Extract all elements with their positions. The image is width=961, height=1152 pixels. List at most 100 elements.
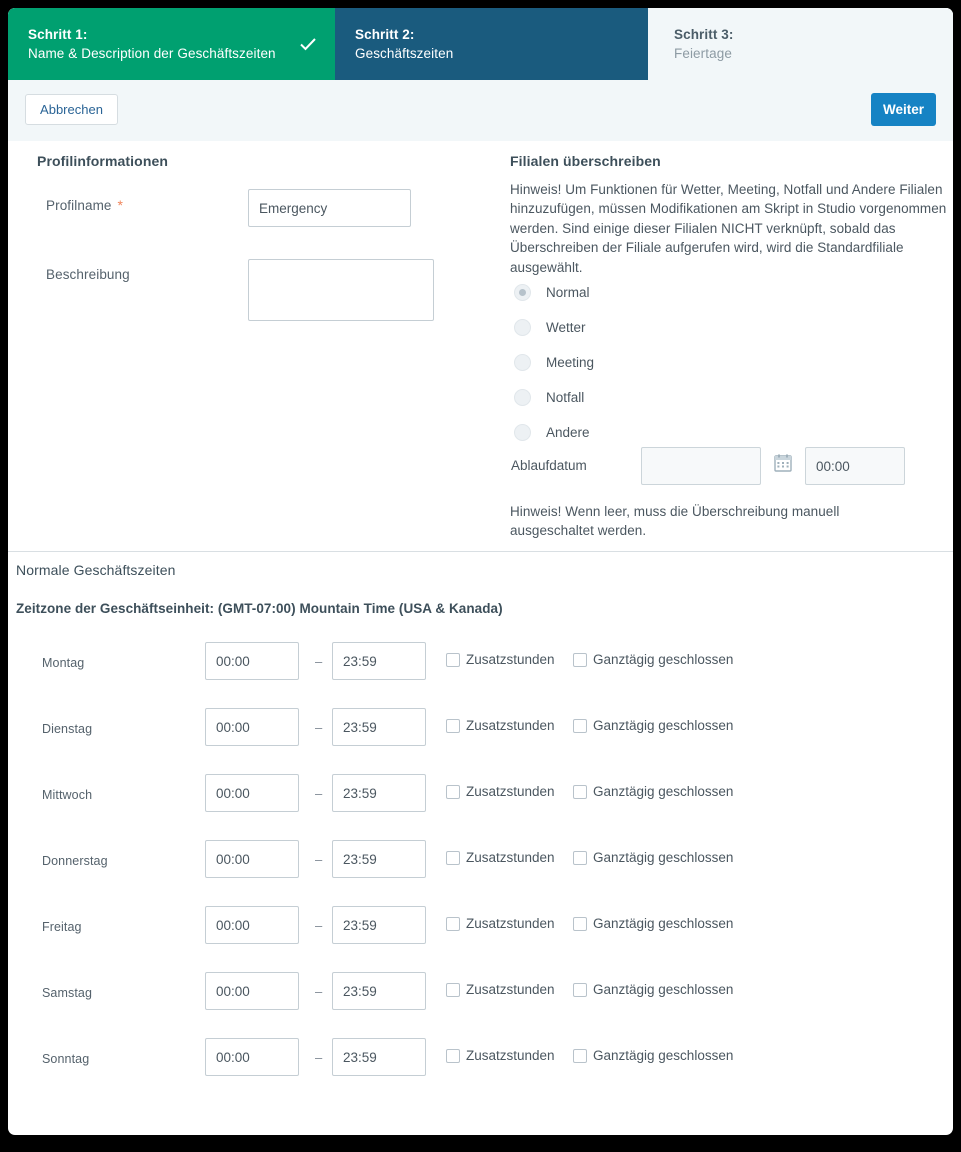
day-to-input[interactable] xyxy=(332,840,426,878)
extra-hours-checkbox[interactable]: Zusatzstunden xyxy=(446,916,555,931)
time-range-separator: – xyxy=(315,1050,323,1065)
closed-all-day-checkbox[interactable]: Ganztägig geschlossen xyxy=(573,652,733,667)
table-row: Mittwoch – Zusatzstunden Ganztägig gesch… xyxy=(8,766,953,832)
extra-hours-label: Zusatzstunden xyxy=(466,1048,555,1063)
day-from-input[interactable] xyxy=(205,642,299,680)
table-row: Freitag – Zusatzstunden Ganztägig geschl… xyxy=(8,898,953,964)
day-label: Dienstag xyxy=(42,722,93,736)
extra-hours-label: Zusatzstunden xyxy=(466,916,555,931)
radio-option-notfall[interactable]: Notfall xyxy=(514,380,594,415)
step-tabs: Schritt 1: Name & Description der Geschä… xyxy=(8,8,953,80)
radio-icon xyxy=(514,319,531,336)
radio-option-notfall-label: Notfall xyxy=(546,390,585,405)
expiry-time-input[interactable] xyxy=(805,447,905,485)
profile-section-title: Profilinformationen xyxy=(37,153,169,169)
cancel-button[interactable]: Abbrechen xyxy=(25,94,118,125)
day-to-input[interactable] xyxy=(332,774,426,812)
day-label: Montag xyxy=(42,656,85,670)
day-to-input[interactable] xyxy=(332,1038,426,1076)
closed-all-day-checkbox[interactable]: Ganztägig geschlossen xyxy=(573,1048,733,1063)
day-rows: Montag – Zusatzstunden Ganztägig geschlo… xyxy=(8,634,953,1096)
closed-all-day-label: Ganztägig geschlossen xyxy=(593,850,734,865)
radio-option-andere-label: Andere xyxy=(546,425,590,440)
description-label: Beschreibung xyxy=(46,267,130,282)
profile-name-input[interactable] xyxy=(248,189,411,227)
checkbox-icon xyxy=(573,718,587,733)
extra-hours-checkbox[interactable]: Zusatzstunden xyxy=(446,784,555,799)
closed-all-day-checkbox[interactable]: Ganztägig geschlossen xyxy=(573,850,733,865)
extra-hours-label: Zusatzstunden xyxy=(466,784,555,799)
closed-all-day-checkbox[interactable]: Ganztägig geschlossen xyxy=(573,784,733,799)
time-range-separator: – xyxy=(315,654,323,669)
day-from-input[interactable] xyxy=(205,774,299,812)
calendar-icon[interactable] xyxy=(774,454,792,473)
step-tab-1[interactable]: Schritt 1: Name & Description der Geschä… xyxy=(8,8,335,80)
checkbox-icon xyxy=(446,1048,460,1063)
day-to-input[interactable] xyxy=(332,708,426,746)
day-label: Donnerstag xyxy=(42,854,108,868)
table-row: Donnerstag – Zusatzstunden Ganztägig ges… xyxy=(8,832,953,898)
checkbox-icon xyxy=(446,784,460,799)
day-label: Mittwoch xyxy=(42,788,93,802)
extra-hours-label: Zusatzstunden xyxy=(466,718,555,733)
radio-option-wetter-label: Wetter xyxy=(546,320,586,335)
closed-all-day-checkbox[interactable]: Ganztägig geschlossen xyxy=(573,982,733,997)
table-row: Sonntag – Zusatzstunden Ganztägig geschl… xyxy=(8,1030,953,1096)
description-textarea[interactable] xyxy=(248,259,434,321)
radio-option-meeting-label: Meeting xyxy=(546,355,595,370)
timezone-label: Zeitzone der Geschäftseinheit: (GMT-07:0… xyxy=(16,601,503,616)
step-1-number: Schritt 1: xyxy=(28,26,88,42)
day-to-input[interactable] xyxy=(332,906,426,944)
closed-all-day-checkbox[interactable]: Ganztägig geschlossen xyxy=(573,916,733,931)
radio-option-wetter[interactable]: Wetter xyxy=(514,310,594,345)
radio-icon xyxy=(514,354,531,371)
checkbox-icon xyxy=(446,916,460,931)
profile-name-label-text: Profilname xyxy=(46,198,112,213)
closed-all-day-label: Ganztägig geschlossen xyxy=(593,784,734,799)
extra-hours-checkbox[interactable]: Zusatzstunden xyxy=(446,850,555,865)
extra-hours-label: Zusatzstunden xyxy=(466,850,555,865)
table-row: Dienstag – Zusatzstunden Ganztägig gesch… xyxy=(8,700,953,766)
closed-all-day-checkbox[interactable]: Ganztägig geschlossen xyxy=(573,718,733,733)
next-button[interactable]: Weiter xyxy=(870,93,936,126)
override-section-title: Filialen überschreiben xyxy=(510,153,661,169)
extra-hours-label: Zusatzstunden xyxy=(466,652,555,667)
day-from-input[interactable] xyxy=(205,840,299,878)
override-note: Hinweis! Um Funktionen für Wetter, Meeti… xyxy=(510,182,947,275)
time-range-separator: – xyxy=(315,918,323,933)
expiry-row: Ablaufdatum xyxy=(511,447,931,487)
day-to-input[interactable] xyxy=(332,642,426,680)
normal-business-hours-section: Normale Geschäftszeiten Zeitzone der Ges… xyxy=(8,552,953,1076)
step-tab-3[interactable]: Schritt 3: Feiertage xyxy=(648,8,953,80)
step-3-label: Feiertage xyxy=(674,45,732,61)
profile-name-label: Profilname * xyxy=(46,197,123,213)
day-label: Samstag xyxy=(42,986,93,1000)
radio-option-normal[interactable]: Normal xyxy=(514,275,594,310)
day-to-input[interactable] xyxy=(332,972,426,1010)
radio-option-andere[interactable]: Andere xyxy=(514,415,594,450)
checkbox-icon xyxy=(573,784,587,799)
extra-hours-label: Zusatzstunden xyxy=(466,982,555,997)
extra-hours-checkbox[interactable]: Zusatzstunden xyxy=(446,652,555,667)
extra-hours-checkbox[interactable]: Zusatzstunden xyxy=(446,1048,555,1063)
closed-all-day-label: Ganztägig geschlossen xyxy=(593,916,734,931)
radio-icon xyxy=(514,424,531,441)
day-from-input[interactable] xyxy=(205,708,299,746)
checkbox-icon xyxy=(446,850,460,865)
hours-section-title: Normale Geschäftszeiten xyxy=(16,562,176,578)
closed-all-day-label: Ganztägig geschlossen xyxy=(593,982,734,997)
step-tab-2[interactable]: Schritt 2: Geschäftszeiten xyxy=(335,8,648,80)
checkbox-icon xyxy=(573,982,587,997)
day-from-input[interactable] xyxy=(205,972,299,1010)
step-1-label: Name & Description der Geschäftszeiten xyxy=(28,45,276,61)
radio-option-normal-label: Normal xyxy=(546,285,590,300)
override-branches-section: Filialen überschreiben Hinweis! Um Funkt… xyxy=(488,142,953,551)
day-from-input[interactable] xyxy=(205,1038,299,1076)
radio-option-meeting[interactable]: Meeting xyxy=(514,345,594,380)
extra-hours-checkbox[interactable]: Zusatzstunden xyxy=(446,982,555,997)
expiry-date-input[interactable] xyxy=(641,447,761,485)
extra-hours-checkbox[interactable]: Zusatzstunden xyxy=(446,718,555,733)
day-label: Sonntag xyxy=(42,1052,90,1066)
day-from-input[interactable] xyxy=(205,906,299,944)
checkbox-icon xyxy=(573,850,587,865)
